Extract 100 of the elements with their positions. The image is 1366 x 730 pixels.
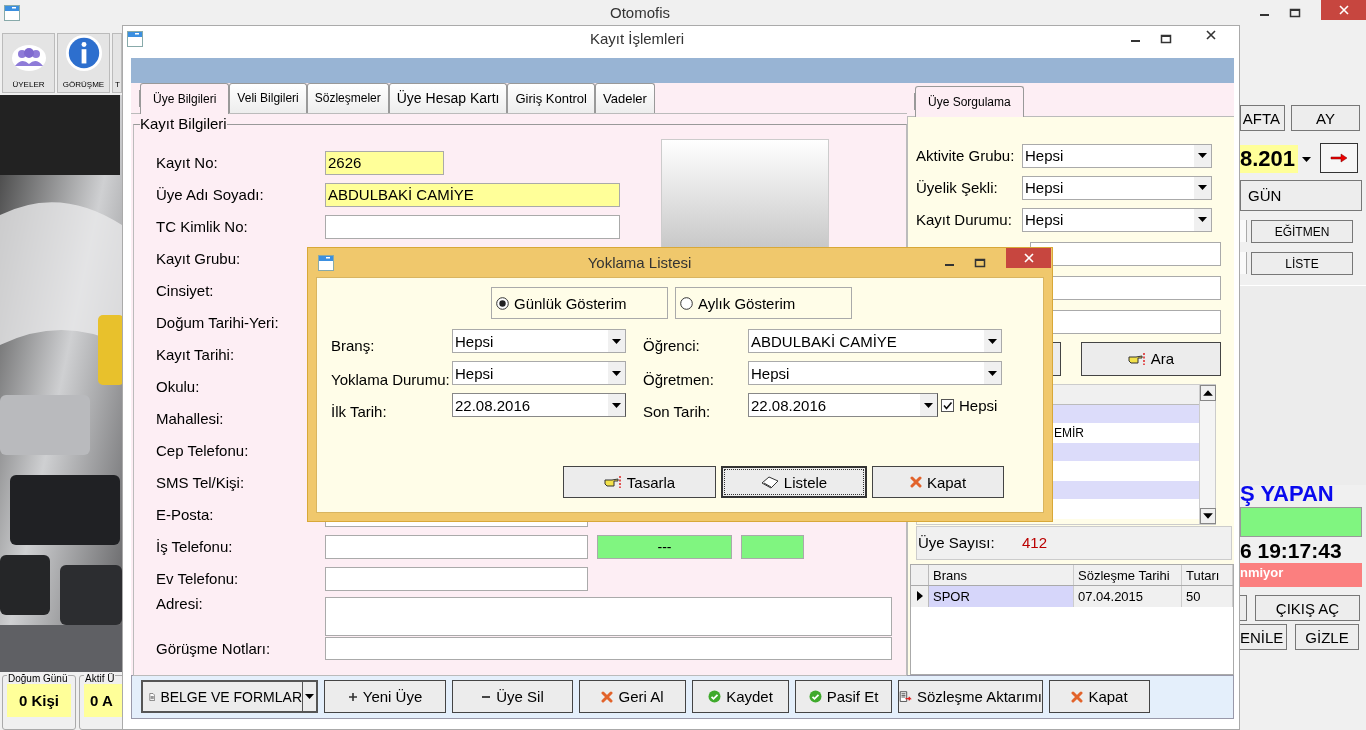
scroll-down-icon <box>1200 507 1216 524</box>
caret-icon <box>612 402 621 408</box>
list-button[interactable]: LİSTE <box>1251 252 1353 275</box>
field-label: Kayıt No: <box>156 154 219 172</box>
field-label: Kayıt Grubu: <box>156 250 242 268</box>
dropdown[interactable]: Hepsi <box>452 361 626 385</box>
caret-icon <box>612 338 621 344</box>
field-label: Kayıt Durumu: <box>916 211 1013 229</box>
dropdown[interactable]: ABDULBAKİ CAMİYE <box>748 329 1002 353</box>
field-label: Cinsiyet: <box>156 282 215 300</box>
list-button[interactable]: EĞİTMEN <box>1251 220 1353 243</box>
dropdown[interactable]: Hepsi <box>1022 175 1212 200</box>
dropdown[interactable]: Hepsi <box>748 361 1002 385</box>
cross-icon <box>1071 690 1084 703</box>
input-field[interactable] <box>325 534 588 559</box>
toolbar-button[interactable]: Kapat <box>1049 680 1150 714</box>
date-field[interactable]: 22.08.2016 <box>748 393 938 417</box>
caret-icon <box>924 402 933 408</box>
maximize-icon <box>1289 7 1301 18</box>
cross-icon <box>601 690 614 703</box>
input-field[interactable] <box>325 596 892 636</box>
caret-icon <box>988 338 997 344</box>
caret-icon <box>1198 153 1207 159</box>
tab[interactable]: Veli Bilgileri <box>229 82 307 113</box>
date-field[interactable]: 22.08.2016 <box>452 393 626 417</box>
tab[interactable]: Sözleşmeler <box>306 82 389 113</box>
toolbar-button[interactable]: Geri Al <box>579 680 686 714</box>
counter-value: 0 A <box>84 684 122 717</box>
radio-option[interactable]: Aylık Gösterim <box>675 287 852 319</box>
column-header[interactable]: Brans <box>929 564 1074 585</box>
input-field[interactable]: 2626 <box>325 150 444 175</box>
people-icon <box>10 42 47 72</box>
column-header[interactable]: Sözleşme Tarihi <box>1074 564 1182 585</box>
toolbar-button[interactable]: T <box>112 33 122 93</box>
period-button[interactable]: AFTA <box>1240 105 1285 131</box>
input-field[interactable] <box>325 566 588 591</box>
caret-icon <box>1198 217 1207 223</box>
dropdown[interactable]: Hepsi <box>1022 143 1212 168</box>
pointing-hand-icon <box>1127 351 1146 366</box>
exit-button[interactable]: ÇIKIŞ AÇ <box>1255 595 1360 621</box>
next-button[interactable] <box>1320 143 1358 173</box>
search-button[interactable]: Ara <box>1081 341 1221 376</box>
field-label: Ev Telefonu: <box>156 570 240 588</box>
tab[interactable]: Üye Sorgulama <box>915 85 1024 117</box>
tab[interactable]: Üye Hesap Kartı <box>388 82 508 113</box>
checkbox[interactable]: Hepsi <box>941 396 998 414</box>
field-label: Okulu: <box>156 378 201 396</box>
toolbar-button[interactable]: GÖRÜŞME <box>57 33 110 93</box>
column-header[interactable]: Tutarı <box>1182 564 1233 585</box>
menu-button[interactable]: BELGE VE FORMLAR <box>141 680 318 714</box>
field-label: Görüşme Notları: <box>156 640 272 658</box>
toolbar-button[interactable]: Kaydet <box>692 680 789 714</box>
date-field[interactable]: 8.201 <box>1240 145 1315 173</box>
table-cell: 50 <box>1182 585 1233 607</box>
toolbar-button[interactable]: Yeni Üye <box>324 680 446 714</box>
table-cell: 07.04.2015 <box>1074 585 1182 607</box>
check-circle-icon <box>808 690 822 704</box>
toolbar-button[interactable]: Pasif Et <box>795 680 892 714</box>
dropdown[interactable]: Hepsi <box>1022 207 1212 232</box>
day-button[interactable]: GÜN <box>1240 180 1362 211</box>
input-field[interactable]: ABDULBAKİ CAMİYE <box>325 182 620 207</box>
cross-icon <box>909 476 922 488</box>
side-button[interactable] <box>1240 595 1247 621</box>
field-label: Adresi: <box>156 594 204 612</box>
window-title: Kayıt İşlemleri <box>588 30 686 47</box>
radio-option[interactable]: Günlük Gösterim <box>491 287 668 319</box>
field-label: Aktivite Grubu: <box>916 147 1016 165</box>
scrollbar[interactable] <box>1199 384 1215 524</box>
minimize-icon <box>945 264 954 266</box>
toolbar-button[interactable]: Üye Sil <box>452 680 573 714</box>
toolbar-button[interactable]: Sözleşme Aktarımı <box>898 680 1043 714</box>
dropdown[interactable]: Hepsi <box>452 329 626 353</box>
input-field[interactable] <box>325 214 620 239</box>
group-title: Kayıt Bilgileri <box>140 115 227 132</box>
side-button[interactable]: GİZLE <box>1295 624 1359 650</box>
clock-text: 6 19:17:43 <box>1240 539 1343 563</box>
period-button[interactable]: AY <box>1291 105 1360 131</box>
window-icon <box>4 4 20 21</box>
tab[interactable]: Vadeler <box>595 82 655 113</box>
window-icon <box>127 30 143 47</box>
toolbar-button[interactable]: ÜYELER <box>2 33 55 93</box>
counter-title: Doğum Günü <box>7 673 69 684</box>
maximize-icon <box>1160 33 1172 44</box>
input-field[interactable] <box>1030 241 1221 266</box>
count-value: 412 <box>1022 534 1048 552</box>
tab[interactable]: Giriş Kontrol <box>507 82 595 113</box>
input-field[interactable] <box>325 637 892 661</box>
side-button[interactable]: ENİLE <box>1240 624 1287 650</box>
dialog-button[interactable]: Listele <box>721 466 867 498</box>
dialog-button[interactable]: Tasarla <box>563 466 716 498</box>
field-label: Üyelik Şekli: <box>916 179 999 197</box>
field-label: E-Posta: <box>156 506 215 524</box>
minimize-icon <box>1260 14 1269 16</box>
field-label: TC Kimlik No: <box>156 218 249 236</box>
alert-text: nmiyor <box>1240 563 1362 587</box>
dialog-button[interactable]: Kapat <box>872 466 1004 498</box>
field-label: Kayıt Tarihi: <box>156 346 236 364</box>
table-cell: SPOR <box>929 585 1074 607</box>
tab[interactable]: Üye Bilgileri <box>140 82 230 114</box>
close-icon <box>1023 253 1034 263</box>
